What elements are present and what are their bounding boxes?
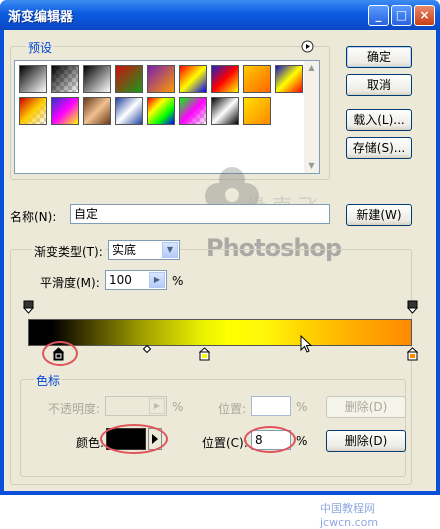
highlight-ellipse-color [100,424,168,454]
circle-arrow-icon[interactable] [301,40,314,53]
highlight-ellipse-location [244,426,296,453]
footer-watermark: 中国教程网 jcwcn.com [320,502,379,529]
name-field[interactable]: 自定 [70,204,330,224]
gradient-preview-bar[interactable] [28,319,412,346]
color-stops-group [20,379,406,477]
smoothness-unit: % [172,274,184,288]
opacity-unit: % [172,400,184,414]
preset-swatch[interactable] [83,97,111,125]
preset-swatch[interactable] [51,97,79,125]
opacity-stop[interactable] [406,300,418,314]
scroll-down-icon[interactable]: ▼ [304,159,319,173]
color-stop[interactable] [199,347,211,361]
dialog-body: 预设 ▲ ▼ 确定 取消 载入(L)... 存储(S)... 缘 南 飞 [4,30,436,529]
opacity-field: ▶ [105,396,167,416]
load-button[interactable]: 载入(L)... [346,109,412,131]
gradient-editor-window: 渐变编辑器 _ □ × 预设 ▲ ▼ 确定 取消 载入(L)... 存储(S).… [0,0,440,529]
presets-list[interactable]: ▲ ▼ [14,60,320,174]
chevron-down-icon[interactable]: ▼ [162,242,178,258]
delete-color-stop-button[interactable]: 删除(D) [326,430,406,452]
preset-swatch[interactable] [211,97,239,125]
title-bar[interactable]: 渐变编辑器 _ □ × [0,0,440,30]
preset-swatch[interactable] [115,65,143,93]
preset-swatch[interactable] [275,65,303,93]
opacity-location-label: 位置: [218,402,247,416]
ok-button[interactable]: 确定 [346,46,412,68]
presets-scrollbar[interactable]: ▲ ▼ [304,61,319,173]
opacity-label: 不透明度: [48,402,101,416]
play-arrow-icon[interactable]: ▶ [149,272,165,288]
gradient-type-label: 渐变类型(T): [32,243,105,260]
preset-swatch[interactable] [19,65,47,93]
preset-swatch[interactable] [51,65,79,93]
smoothness-label: 平滑度(M): [40,276,100,290]
preset-swatch[interactable] [179,65,207,93]
presets-legend: 预设 [26,39,55,56]
cancel-button[interactable]: 取消 [346,74,412,96]
midpoint-diamond[interactable] [143,345,152,353]
location-label: 位置(C): [202,436,248,450]
preset-swatch[interactable] [147,97,175,125]
preset-swatch[interactable] [19,97,47,125]
scroll-up-icon[interactable]: ▲ [304,61,319,75]
play-arrow-icon: ▶ [149,398,165,414]
opacity-location-unit: % [296,400,308,414]
opacity-location-field [251,396,291,416]
preset-swatch[interactable] [243,65,271,93]
preset-swatch[interactable] [211,65,239,93]
preset-swatch[interactable] [179,97,207,125]
smoothness-field[interactable]: 100 ▶ [105,270,167,290]
highlight-ellipse-stop [42,341,78,366]
maximize-button[interactable]: □ [391,5,412,26]
save-button[interactable]: 存储(S)... [346,137,412,159]
new-button[interactable]: 新建(W) [346,204,412,226]
minimize-button[interactable]: _ [368,5,389,26]
cursor-arrow-icon [300,335,312,353]
gradient-type-value: 实底 [112,243,137,257]
close-button[interactable]: × [414,5,435,26]
name-label: 名称(N): [10,210,57,224]
preset-swatch[interactable] [243,97,271,125]
preset-swatch[interactable] [83,65,111,93]
window-title: 渐变编辑器 [8,10,74,25]
opacity-stop[interactable] [22,300,34,314]
color-stop[interactable] [406,347,418,361]
color-stops-legend: 色标 [34,372,63,389]
delete-opacity-stop-button: 删除(D) [326,396,406,418]
preset-swatch[interactable] [115,97,143,125]
preset-swatch[interactable] [147,65,175,93]
smoothness-value: 100 [109,273,132,287]
location-unit: % [296,434,308,448]
gradient-type-select[interactable]: 实底 ▼ [108,240,180,260]
